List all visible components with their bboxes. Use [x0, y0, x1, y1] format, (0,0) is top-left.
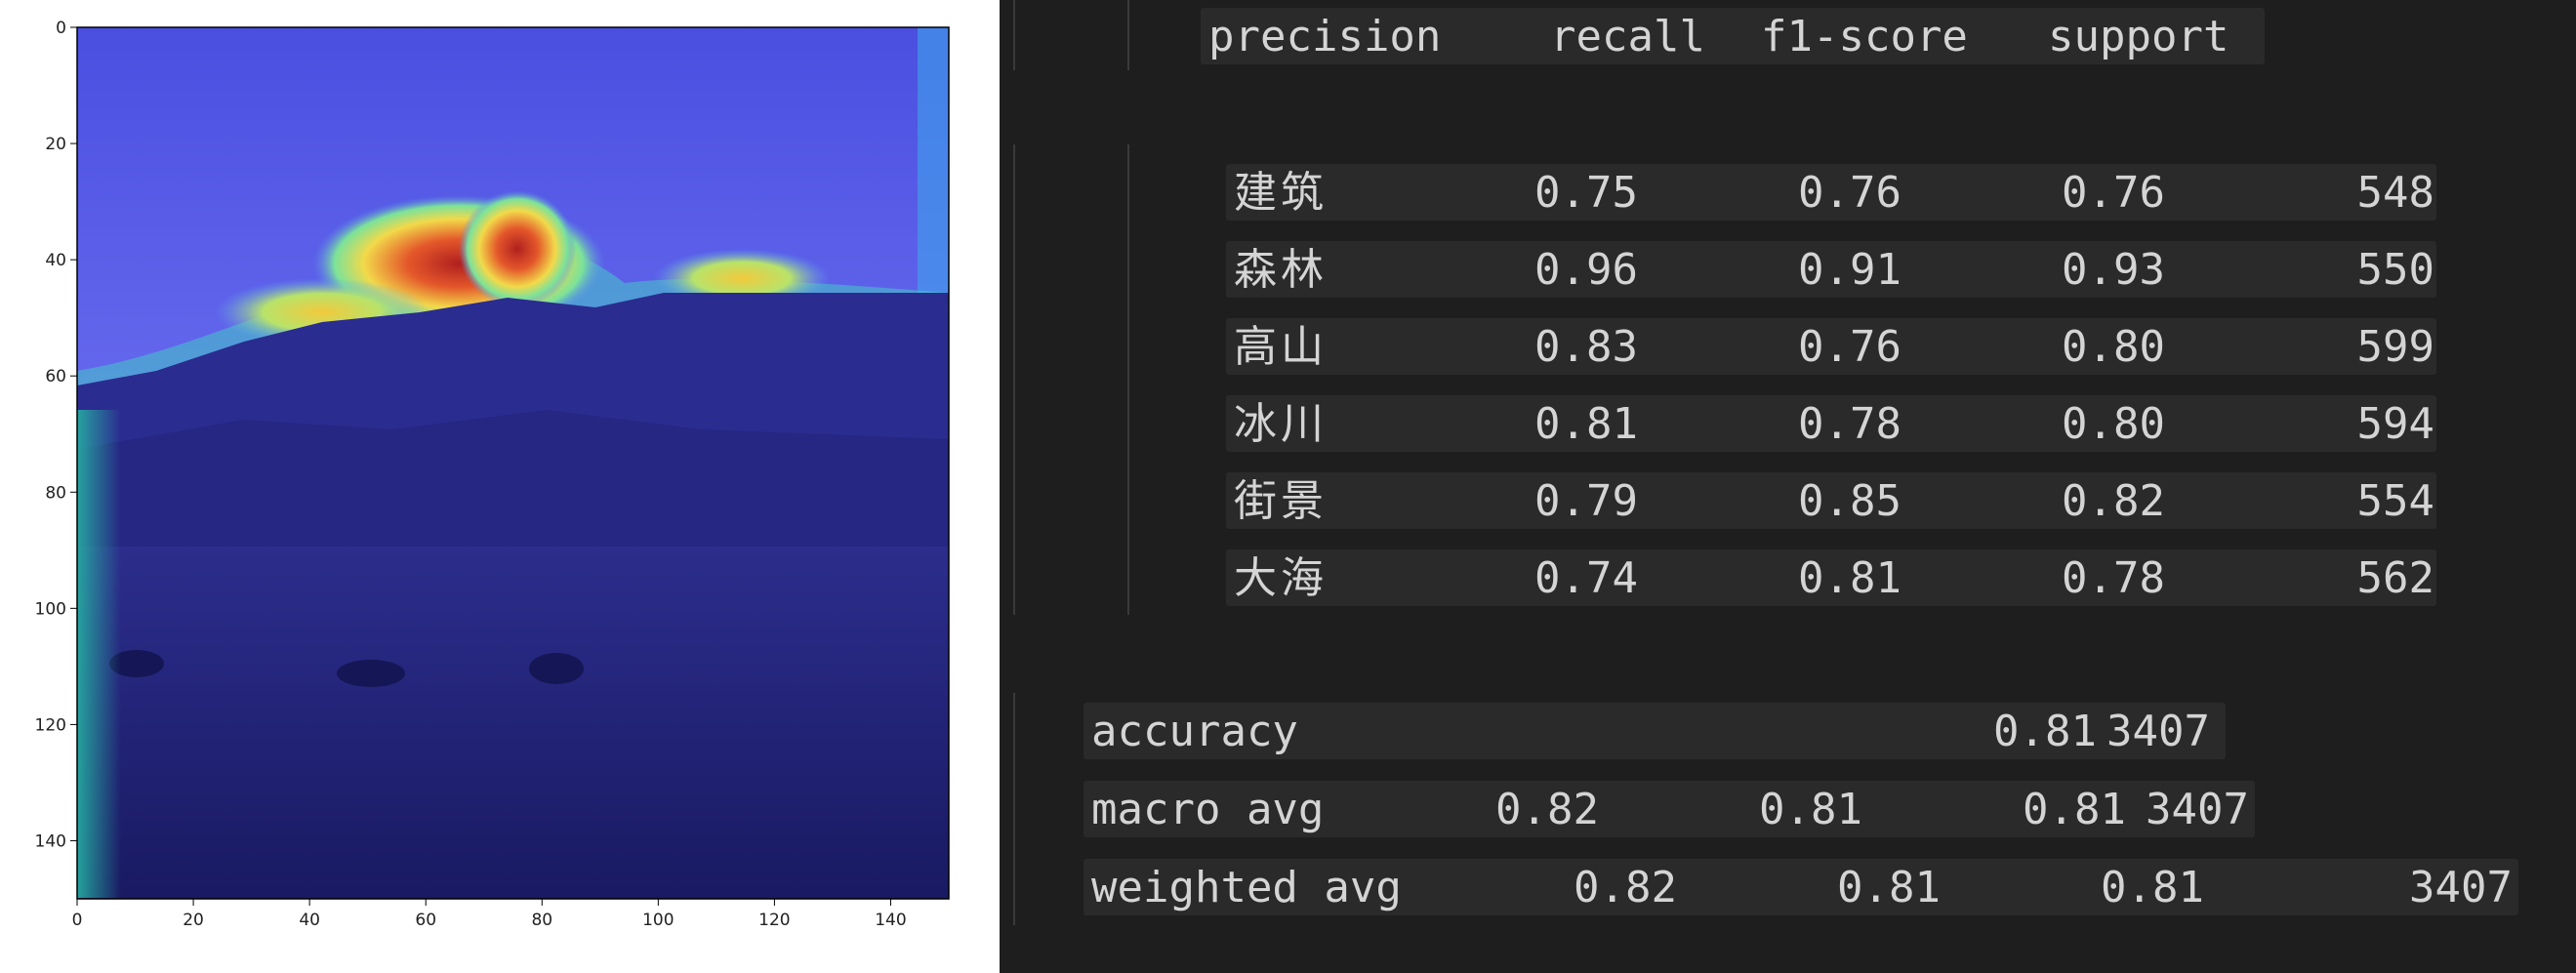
- class-support: 599: [2356, 322, 2434, 372]
- class-recall: 0.85: [1798, 476, 1901, 526]
- class-f1: 0.80: [2062, 399, 2165, 449]
- weighted-avg-support: 3407: [2409, 863, 2513, 912]
- y-tick-label: 120: [35, 715, 66, 735]
- class-label: 建筑: [1234, 168, 1328, 218]
- class-f1: 0.93: [2062, 245, 2165, 295]
- x-tick-label: 20: [183, 911, 204, 930]
- macro-avg-support: 3407: [2146, 785, 2249, 834]
- x-tick-label: 40: [299, 911, 320, 930]
- y-tick-label: 140: [35, 831, 66, 851]
- header-recall: recall: [1550, 12, 1705, 61]
- classification-report: precision recall f1-score support 建筑 0.75…: [1000, 0, 2576, 973]
- class-precision: 0.83: [1534, 322, 1638, 372]
- heatmap-image: [77, 27, 949, 899]
- class-label: 高山: [1234, 322, 1328, 372]
- class-f1: 0.78: [2062, 553, 2165, 603]
- macro-avg-precision: 0.82: [1495, 785, 1599, 834]
- y-axis: 0 20 40 60 80 100 120 140: [35, 19, 77, 851]
- weighted-avg-f1: 0.81: [2101, 863, 2204, 912]
- x-tick-label: 120: [758, 911, 790, 930]
- y-tick-label: 20: [45, 135, 66, 154]
- weighted-avg-precision: 0.82: [1574, 863, 1677, 912]
- class-precision: 0.96: [1534, 245, 1638, 295]
- heatmap-plot: 0 20 40 60 80 100 120 140 0 20 40 60 80 100 120 140: [0, 0, 1000, 973]
- class-support: 554: [2356, 476, 2434, 526]
- y-tick-label: 40: [45, 251, 66, 270]
- accuracy-support: 3407: [2106, 707, 2210, 756]
- class-support: 594: [2356, 399, 2434, 449]
- heatmap-figure: 0 20 40 60 80 100 120 140 0 20 40 60 80 100 120 140: [35, 19, 950, 930]
- class-recall: 0.81: [1798, 553, 1901, 603]
- header-precision: precision: [1208, 12, 1442, 61]
- class-recall: 0.78: [1798, 399, 1901, 449]
- x-tick-label: 0: [72, 911, 83, 930]
- y-tick-label: 100: [35, 599, 66, 619]
- x-axis: 0 20 40 60 80 100 120 140: [72, 899, 907, 930]
- class-f1: 0.80: [2062, 322, 2165, 372]
- class-f1: 0.76: [2062, 168, 2165, 218]
- class-support: 562: [2356, 553, 2434, 603]
- x-tick-label: 140: [875, 911, 906, 930]
- class-label: 森林: [1234, 245, 1328, 295]
- class-support: 548: [2356, 168, 2434, 218]
- class-support: 550: [2356, 245, 2434, 295]
- y-tick-label: 60: [45, 367, 66, 386]
- class-precision: 0.75: [1534, 168, 1638, 218]
- x-tick-label: 60: [415, 911, 436, 930]
- class-recall: 0.76: [1798, 168, 1901, 218]
- indent-guide: [1127, 0, 1129, 70]
- accuracy-label: accuracy: [1091, 707, 1298, 756]
- indent-guide: [1127, 144, 1129, 615]
- weighted-avg-recall: 0.81: [1837, 863, 1941, 912]
- class-label: 街景: [1234, 476, 1328, 526]
- macro-avg-recall: 0.81: [1759, 785, 1862, 834]
- y-tick-label: 80: [45, 483, 66, 503]
- class-label: 冰川: [1234, 399, 1328, 449]
- class-precision: 0.79: [1534, 476, 1638, 526]
- class-label: 大海: [1234, 553, 1328, 603]
- x-tick-label: 80: [531, 911, 552, 930]
- accuracy-f1: 0.81: [1993, 707, 2097, 756]
- class-precision: 0.74: [1534, 553, 1638, 603]
- indent-guide: [1013, 693, 1015, 925]
- indent-guide: [1013, 0, 1015, 70]
- macro-avg-label: macro avg: [1091, 785, 1325, 834]
- header-support: support: [2048, 12, 2229, 61]
- indent-guide: [1013, 144, 1015, 615]
- x-tick-label: 100: [642, 911, 674, 930]
- header-f1-score: f1-score: [1761, 12, 1968, 61]
- y-tick-label: 0: [56, 19, 66, 38]
- class-recall: 0.91: [1798, 245, 1901, 295]
- class-precision: 0.81: [1534, 399, 1638, 449]
- class-recall: 0.76: [1798, 322, 1901, 372]
- weighted-avg-label: weighted avg: [1091, 863, 1402, 912]
- class-f1: 0.82: [2062, 476, 2165, 526]
